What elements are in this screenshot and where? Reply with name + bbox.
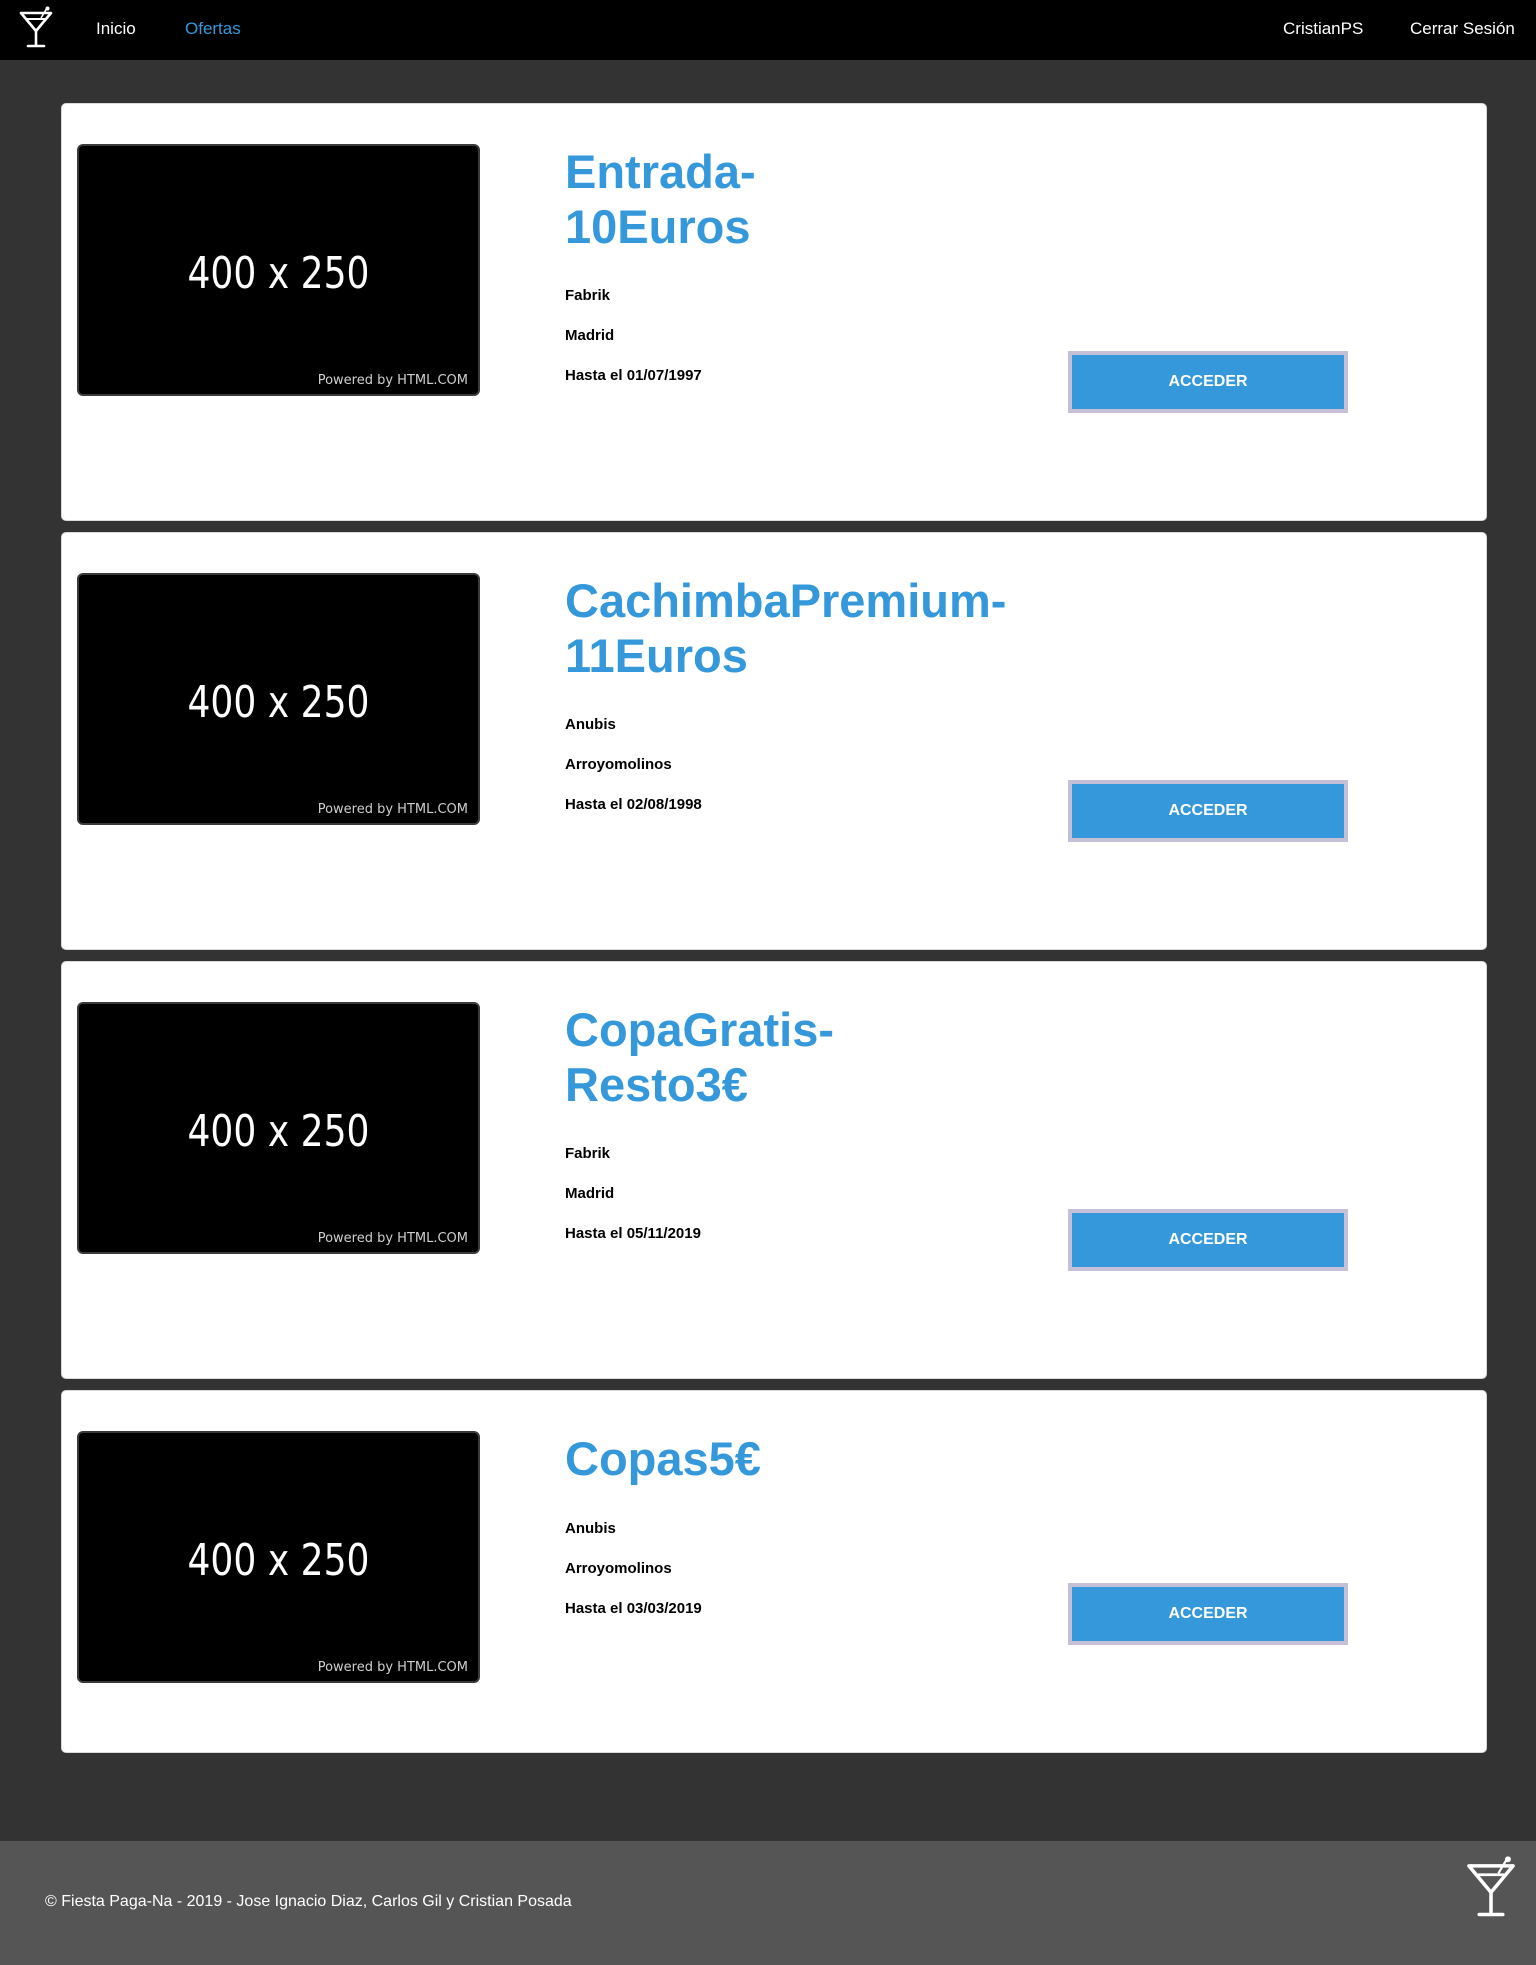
acceder-button[interactable]: ACCEDER — [1068, 780, 1348, 842]
offer-expiry: Hasta el 05/11/2019 — [565, 1225, 701, 1242]
offer-expiry: Hasta el 03/03/2019 — [565, 1600, 702, 1617]
offer-title: CopaGratis-Resto3€ — [565, 1003, 834, 1111]
nav-link-inicio[interactable]: Inicio — [96, 19, 136, 39]
footer-copyright: © Fiesta Paga-Na - 2019 - Jose Ignacio D… — [45, 1893, 572, 1910]
offer-card: 400 x 250 Powered by HTML.COM Copas5€ An… — [61, 1390, 1487, 1753]
offer-expiry: Hasta el 01/07/1997 — [565, 367, 702, 384]
offer-image-placeholder: 400 x 250 Powered by HTML.COM — [77, 1431, 480, 1683]
top-navbar: Inicio Ofertas CristianPS Cerrar Sesión — [0, 0, 1536, 60]
image-credit-label: Powered by HTML.COM — [317, 1660, 468, 1675]
offer-card: 400 x 250 Powered by HTML.COM CopaGratis… — [61, 961, 1487, 1379]
cocktail-glass-icon[interactable] — [17, 6, 55, 50]
nav-link-ofertas[interactable]: Ofertas — [185, 19, 241, 39]
page-footer: © Fiesta Paga-Na - 2019 - Jose Ignacio D… — [0, 1841, 1536, 1965]
offer-card: 400 x 250 Powered by HTML.COM CachimbaPr… — [61, 532, 1487, 950]
offer-venue: Fabrik — [565, 287, 611, 304]
offer-expiry: Hasta el 02/08/1998 — [565, 796, 702, 813]
offer-title: Copas5€ — [565, 1432, 761, 1485]
offer-venue: Anubis — [565, 716, 616, 733]
offer-image-placeholder: 400 x 250 Powered by HTML.COM — [77, 573, 480, 825]
offer-title: CachimbaPremium-11Euros — [565, 574, 1007, 682]
image-credit-label: Powered by HTML.COM — [317, 1231, 468, 1246]
image-dimensions-label: 400 x 250 — [187, 677, 370, 728]
offer-city: Arroyomolinos — [565, 756, 672, 773]
cocktail-glass-icon — [1467, 1856, 1515, 1917]
image-credit-label: Powered by HTML.COM — [317, 373, 468, 388]
offer-card: 400 x 250 Powered by HTML.COM Entrada-10… — [61, 103, 1487, 521]
image-dimensions-label: 400 x 250 — [187, 1535, 370, 1586]
nav-user-link[interactable]: CristianPS — [1283, 19, 1363, 39]
image-dimensions-label: 400 x 250 — [187, 248, 370, 299]
offer-image-placeholder: 400 x 250 Powered by HTML.COM — [77, 1002, 480, 1254]
offer-city: Madrid — [565, 327, 615, 344]
acceder-button[interactable]: ACCEDER — [1068, 1583, 1348, 1645]
image-credit-label: Powered by HTML.COM — [317, 802, 468, 817]
offer-image-placeholder: 400 x 250 Powered by HTML.COM — [77, 144, 480, 396]
offer-city: Arroyomolinos — [565, 1560, 672, 1577]
offer-venue: Anubis — [565, 1520, 616, 1537]
offer-title: Entrada-10Euros — [565, 145, 756, 253]
offer-venue: Fabrik — [565, 1145, 611, 1162]
image-dimensions-label: 400 x 250 — [187, 1106, 370, 1157]
acceder-button[interactable]: ACCEDER — [1068, 351, 1348, 413]
acceder-button[interactable]: ACCEDER — [1068, 1209, 1348, 1271]
nav-logout-link[interactable]: Cerrar Sesión — [1410, 19, 1515, 39]
offer-city: Madrid — [565, 1185, 615, 1202]
